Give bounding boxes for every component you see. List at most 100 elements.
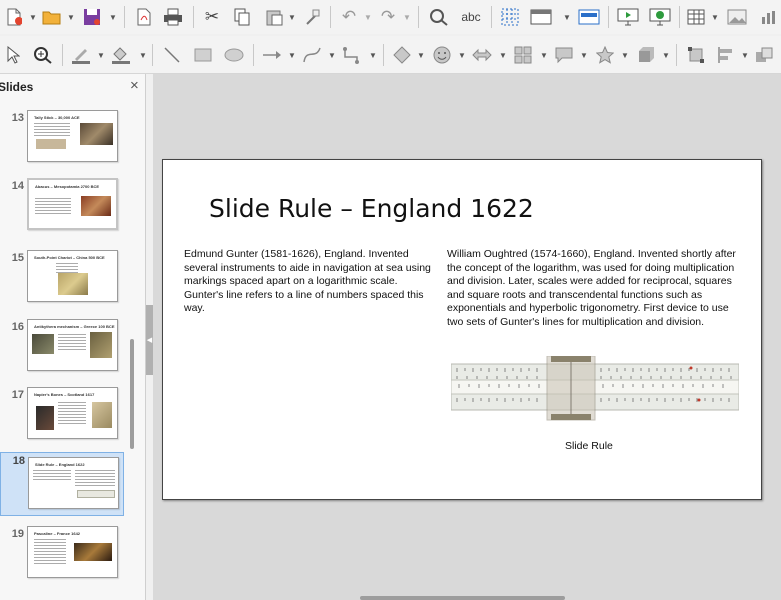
slide-number: 19: [11, 528, 24, 540]
slide-thumbnail-preview: Antikythera mechanism – Greece 100 BCE: [27, 319, 118, 371]
panel-collapse-handle[interactable]: ◀: [146, 305, 153, 375]
curves-icon[interactable]: [300, 42, 324, 68]
slide-thumbnail-14[interactable]: 14 Abacus – Mesopotamia 2700 BCE: [0, 178, 124, 240]
callouts-icon[interactable]: [552, 42, 576, 68]
thumbnail-image: [81, 196, 111, 216]
slides-panel: Slides × 13 Tally Stick – 30,000 ACE 14 …: [0, 74, 146, 600]
3d-objects-icon[interactable]: [634, 42, 658, 68]
block-arrows-dropdown-icon[interactable]: ▼: [499, 51, 507, 60]
start-first-slide-icon[interactable]: [615, 4, 641, 30]
symbol-shapes-dropdown-icon[interactable]: ▼: [458, 51, 466, 60]
spelling-icon[interactable]: abc: [458, 4, 484, 30]
save-icon[interactable]: [80, 4, 104, 30]
clone-formatting-icon[interactable]: [300, 4, 324, 30]
export-pdf-icon[interactable]: [132, 4, 156, 30]
print-icon[interactable]: [160, 4, 186, 30]
thumbnail-text: [33, 470, 71, 480]
thumbnail-text: [58, 334, 86, 352]
drawing-toolbar: ▼ ▼ ▼ ▼ ▼ ▼ ▼ ▼ ▼ ▼ ▼ ▼ ▼: [0, 36, 781, 74]
thumbnail-image: [92, 402, 112, 428]
symbol-shapes-icon[interactable]: [430, 42, 454, 68]
thumbnail-text: [34, 539, 66, 565]
stars-dropdown-icon[interactable]: ▼: [621, 51, 629, 60]
new-dropdown-icon[interactable]: ▼: [29, 13, 37, 22]
connectors-icon[interactable]: [340, 42, 364, 68]
flowchart-dropdown-icon[interactable]: ▼: [540, 51, 548, 60]
slide-number: 14: [11, 180, 24, 192]
standard-toolbar: ▼ ▼ ▼ ✂ ▼ ↶ ▼ ↷ ▼ abc ▼ ▼: [0, 0, 781, 34]
thumbnail-image: [74, 543, 112, 561]
slide-canvas[interactable]: Slide Rule – England 1622 Edmund Gunter …: [162, 159, 762, 500]
slide-thumbnail-16[interactable]: 16 Antikythera mechanism – Greece 100 BC…: [0, 319, 124, 381]
align-icon[interactable]: [714, 42, 738, 68]
open-icon[interactable]: [40, 4, 64, 30]
arrange-icon[interactable]: [752, 42, 776, 68]
undo-dropdown-icon[interactable]: ▼: [364, 13, 372, 22]
slide-rule-image[interactable]: [450, 355, 740, 424]
redo-icon[interactable]: ↷: [376, 4, 400, 30]
stars-icon[interactable]: [593, 42, 617, 68]
slide-right-text[interactable]: William Oughtred (1574-1660), England. I…: [447, 248, 737, 330]
slide-thumbnail-preview: Napier's Bones – Scotland 1617: [27, 387, 118, 439]
copy-icon[interactable]: [230, 4, 254, 30]
thumbnail-image: [36, 406, 54, 430]
paste-icon[interactable]: [262, 4, 286, 30]
transformations-icon[interactable]: [684, 42, 708, 68]
basic-shapes-dropdown-icon[interactable]: ▼: [417, 51, 425, 60]
display-views-dropdown-icon[interactable]: ▼: [563, 13, 571, 22]
curves-dropdown-icon[interactable]: ▼: [328, 51, 336, 60]
cut-icon[interactable]: ✂: [200, 4, 224, 30]
line-color-icon[interactable]: [68, 42, 94, 68]
block-arrows-icon[interactable]: [470, 42, 494, 68]
table-icon[interactable]: [684, 4, 708, 30]
chart-icon[interactable]: [758, 4, 780, 30]
save-dropdown-icon[interactable]: ▼: [109, 13, 117, 22]
slide-thumbnail-17[interactable]: 17 Napier's Bones – Scotland 1617: [0, 387, 124, 449]
table-dropdown-icon[interactable]: ▼: [711, 13, 719, 22]
connectors-dropdown-icon[interactable]: ▼: [369, 51, 377, 60]
undo-icon[interactable]: ↶: [337, 4, 361, 30]
select-icon[interactable]: [2, 42, 24, 68]
lines-arrows-dropdown-icon[interactable]: ▼: [288, 51, 296, 60]
slide-title[interactable]: Slide Rule – England 1622: [209, 194, 534, 223]
slide-number: 18: [12, 455, 25, 467]
close-icon[interactable]: ×: [130, 77, 139, 94]
slide-thumbnail-13[interactable]: 13 Tally Stick – 30,000 ACE: [0, 110, 124, 172]
display-views-icon[interactable]: [528, 4, 554, 30]
slide-thumbnail-preview: Tally Stick – 30,000 ACE: [27, 110, 118, 162]
callouts-dropdown-icon[interactable]: ▼: [580, 51, 588, 60]
align-dropdown-icon[interactable]: ▼: [741, 51, 749, 60]
paste-dropdown-icon[interactable]: ▼: [288, 13, 296, 22]
slides-panel-scrollbar[interactable]: [130, 339, 134, 449]
line-color-dropdown-icon[interactable]: ▼: [97, 51, 105, 60]
slide-thumbnail-19[interactable]: 19 Pascaline – France 1642: [0, 526, 124, 588]
workspace-horizontal-scrollbar[interactable]: [360, 596, 565, 600]
ellipse-icon[interactable]: [222, 42, 246, 68]
slide-thumbnail-15[interactable]: 15 South-Point Chariot – China 500 BCE: [0, 250, 124, 312]
thumbnail-title: Slide Rule – England 1622: [35, 462, 85, 467]
new-icon[interactable]: [2, 4, 26, 30]
rectangle-icon[interactable]: [191, 42, 215, 68]
thumbnail-text: [75, 470, 115, 486]
lines-arrows-icon[interactable]: [260, 42, 284, 68]
zoom-pan-icon[interactable]: [30, 42, 56, 68]
slide-thumbnail-18[interactable]: 18 Slide Rule – England 1622: [0, 452, 124, 516]
slide-rule-caption: Slide Rule: [565, 440, 613, 452]
line-icon[interactable]: [160, 42, 184, 68]
grid-icon[interactable]: [498, 4, 522, 30]
basic-shapes-icon[interactable]: [390, 42, 414, 68]
thumbnail-image: [90, 332, 112, 358]
slide-thumbnail-preview: South-Point Chariot – China 500 BCE: [27, 250, 118, 302]
flowchart-icon[interactable]: [511, 42, 535, 68]
fill-color-icon[interactable]: [108, 42, 134, 68]
master-slide-icon[interactable]: [576, 4, 602, 30]
3d-objects-dropdown-icon[interactable]: ▼: [662, 51, 670, 60]
image-icon[interactable]: [724, 4, 750, 30]
open-dropdown-icon[interactable]: ▼: [67, 13, 75, 22]
thumbnail-text: [56, 263, 78, 273]
find-replace-icon[interactable]: [426, 4, 452, 30]
slide-left-text[interactable]: Edmund Gunter (1581-1626), England. Inve…: [184, 248, 434, 316]
start-current-slide-icon[interactable]: [647, 4, 673, 30]
fill-color-dropdown-icon[interactable]: ▼: [139, 51, 147, 60]
redo-dropdown-icon[interactable]: ▼: [403, 13, 411, 22]
